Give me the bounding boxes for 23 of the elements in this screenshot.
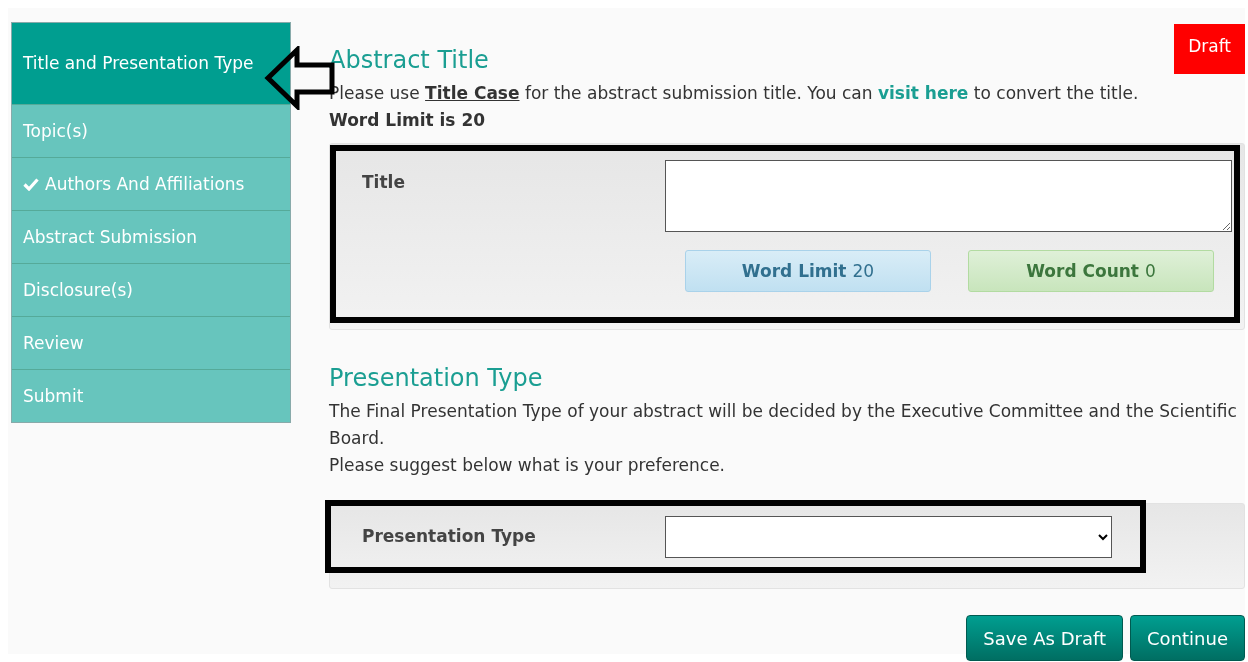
sidebar-item[interactable]: Review [12, 316, 290, 369]
description-text: Please suggest below what is your preference. [329, 454, 726, 477]
section-heading: Presentation Type [329, 364, 544, 392]
action-button[interactable]: Continue [1130, 615, 1245, 661]
description-text: The Final Presentation Type of your abstract will be decided by the Executive Committee and the Scientific Board. [329, 400, 1238, 450]
sidebar-item[interactable]: Disclosure(s) [12, 263, 290, 316]
draft-badge: Draft [1174, 24, 1245, 74]
word-limit-indicator: Word Limit 20 [685, 250, 931, 292]
sidebar-item[interactable]: Topic(s) [12, 104, 290, 157]
visit-here-link[interactable]: visit here [877, 83, 969, 103]
sidebar-item[interactable]: Submit [12, 369, 290, 422]
action-button[interactable]: Save As Draft [966, 615, 1124, 661]
presentation-type-select[interactable] [665, 516, 1112, 558]
sidebar-item[interactable]: Title and Presentation Type [12, 23, 290, 104]
check-icon [23, 177, 39, 191]
sidebar-item[interactable]: Abstract Submission [12, 210, 290, 263]
section-heading: Abstract Title [329, 46, 490, 74]
sidebar-item[interactable]: Authors And Affiliations [12, 157, 290, 210]
field-label: Title [362, 171, 406, 194]
field-label: Presentation Type [362, 525, 537, 548]
title-field[interactable] [665, 160, 1232, 232]
word-limit-note: Word Limit is 20 [329, 109, 487, 132]
word-count-indicator: Word Count 0 [968, 250, 1214, 292]
